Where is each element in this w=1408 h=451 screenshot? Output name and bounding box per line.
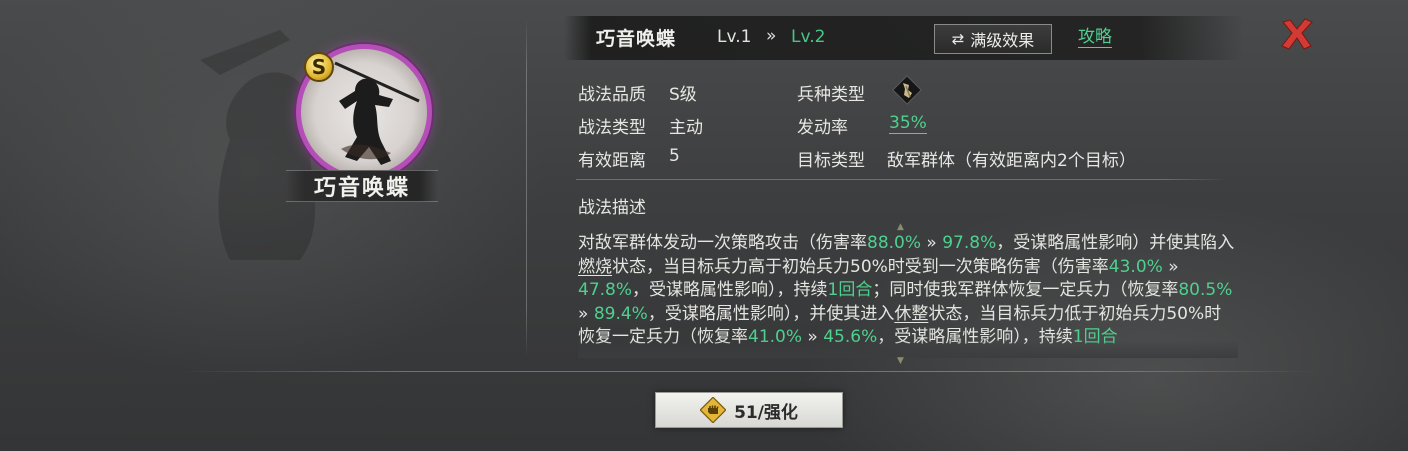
type-label: 战法类型	[578, 118, 646, 138]
skill-name-plate: 巧音唤蝶	[286, 170, 438, 202]
target-type-label: 目标类型	[797, 151, 865, 171]
skill-title: 巧音唤蝶	[596, 28, 677, 50]
level-current: Lv.1	[717, 27, 752, 47]
description-title: 战法描述	[578, 198, 646, 218]
troop-type-icon	[892, 75, 922, 105]
skill-detail-screen: S 巧音唤蝶 巧音唤蝶 Lv.1 » Lv.2 ⇄ 满级效果 攻略 战法品质 S…	[0, 0, 1408, 451]
scroll-up-indicator-icon: ▲	[897, 222, 904, 232]
description-fade	[578, 340, 1238, 358]
max-effect-label: 满级效果	[970, 31, 1035, 50]
type-value: 主动	[669, 118, 703, 138]
guide-link[interactable]: 攻略	[1078, 27, 1112, 48]
level-next: Lv.2	[791, 27, 826, 47]
close-icon[interactable]	[1280, 18, 1314, 50]
range-value: 5	[669, 146, 680, 166]
scroll-down-indicator-icon: ▼	[897, 356, 904, 366]
vertical-divider	[526, 18, 527, 358]
swap-icon: ⇄	[951, 30, 965, 48]
attributes-divider	[576, 179, 1228, 180]
activation-rate-label: 发动率	[797, 118, 848, 138]
target-type-value: 敌军群体（有效距离内2个目标）	[887, 151, 1136, 171]
quality-label: 战法品质	[578, 85, 646, 105]
activation-rate-value[interactable]: 35%	[889, 113, 927, 134]
troop-type-label: 兵种类型	[797, 85, 865, 105]
quality-value: S级	[669, 85, 697, 105]
burning-status-link[interactable]: 燃烧	[578, 257, 612, 277]
rest-status-link[interactable]: 休整	[894, 304, 928, 324]
fist-icon	[700, 397, 727, 423]
max-effect-button[interactable]: ⇄ 满级效果	[934, 24, 1052, 54]
enhance-label: 51/强化	[734, 402, 798, 423]
range-label: 有效距离	[578, 151, 646, 171]
grade-badge: S	[304, 52, 334, 82]
bottom-divider	[180, 371, 1320, 372]
enhance-button[interactable]: 51/强化	[655, 392, 843, 428]
level-arrow: »	[766, 26, 777, 46]
description-text[interactable]: 对敌军群体发动一次策略攻击（伤害率88.0% » 97.8%，受谋略属性影响）并…	[578, 232, 1238, 356]
